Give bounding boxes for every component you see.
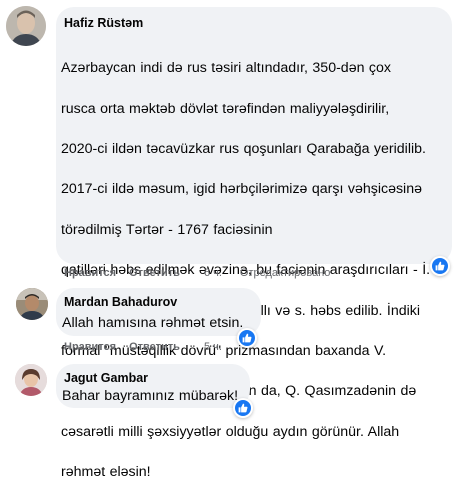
comment-author[interactable]: Hafiz Rüstəm	[64, 16, 143, 31]
edited-label: Отредактировано	[239, 267, 331, 279]
avatar-photo-icon	[16, 288, 48, 320]
comment-timestamp[interactable]: 5 ч.	[204, 341, 222, 353]
like-button[interactable]: Нравится	[64, 341, 116, 353]
comment-bubble: Jagut Gambar Bahar bayramınız mübarək!	[56, 364, 250, 408]
like-button[interactable]: Нравится	[64, 267, 116, 279]
comment-author[interactable]: Jagut Gambar	[64, 371, 148, 386]
avatar[interactable]	[15, 364, 47, 396]
comment-timestamp[interactable]: 6 ч.	[204, 267, 222, 279]
comment-actions: Нравится Ответить 5 ч.	[64, 340, 222, 354]
reaction-badge[interactable]	[430, 256, 450, 276]
comment-text-line: törədilmiş Tərtər - 1767 faciəsinin	[61, 221, 273, 238]
comment-text-line: rusca orta məktəb dövlət tərəfindən mali…	[61, 100, 390, 117]
reaction-badge[interactable]	[237, 328, 257, 348]
comment-text-line: Azərbaycan indi də rus təsiri altındadır…	[61, 60, 391, 77]
reply-button[interactable]: Ответить	[129, 267, 180, 279]
avatar-photo-icon	[6, 6, 46, 46]
comment-author[interactable]: Mardan Bahadurov	[64, 295, 177, 310]
reaction-badge[interactable]	[233, 398, 253, 418]
comment-bubble: Mardan Bahadurov Allah hamısına rəhmət e…	[56, 288, 261, 336]
comment-text-line: 2020-ci ildən təcavüzkar rus qoşunları Q…	[61, 141, 426, 158]
comment-actions: Нравится Ответить 6 ч. Отредактировано	[64, 266, 330, 280]
comment-text-line: 2017-ci ildə məsum, igid hərbçilərimizə …	[61, 181, 422, 198]
like-thumb-icon	[235, 400, 251, 416]
comment-bubble: Hafiz Rüstəm Azərbaycan indi də rus təsi…	[56, 7, 452, 480]
like-thumb-icon	[432, 258, 448, 274]
like-thumb-icon	[239, 330, 255, 346]
avatar[interactable]	[16, 288, 48, 320]
comment-text-line: rəhmət eləsin!	[61, 464, 151, 481]
avatar[interactable]	[6, 6, 46, 46]
comment-text: Bahar bayramınız mübarək!	[62, 388, 239, 404]
reply-button[interactable]: Ответить	[129, 341, 180, 353]
comment-text-line: cəsarətli milli şəxsiyyətlər olduğu aydı…	[61, 423, 400, 440]
avatar-photo-icon	[15, 364, 47, 396]
comment-text: Allah hamısına rəhmət etsin.	[62, 315, 244, 331]
